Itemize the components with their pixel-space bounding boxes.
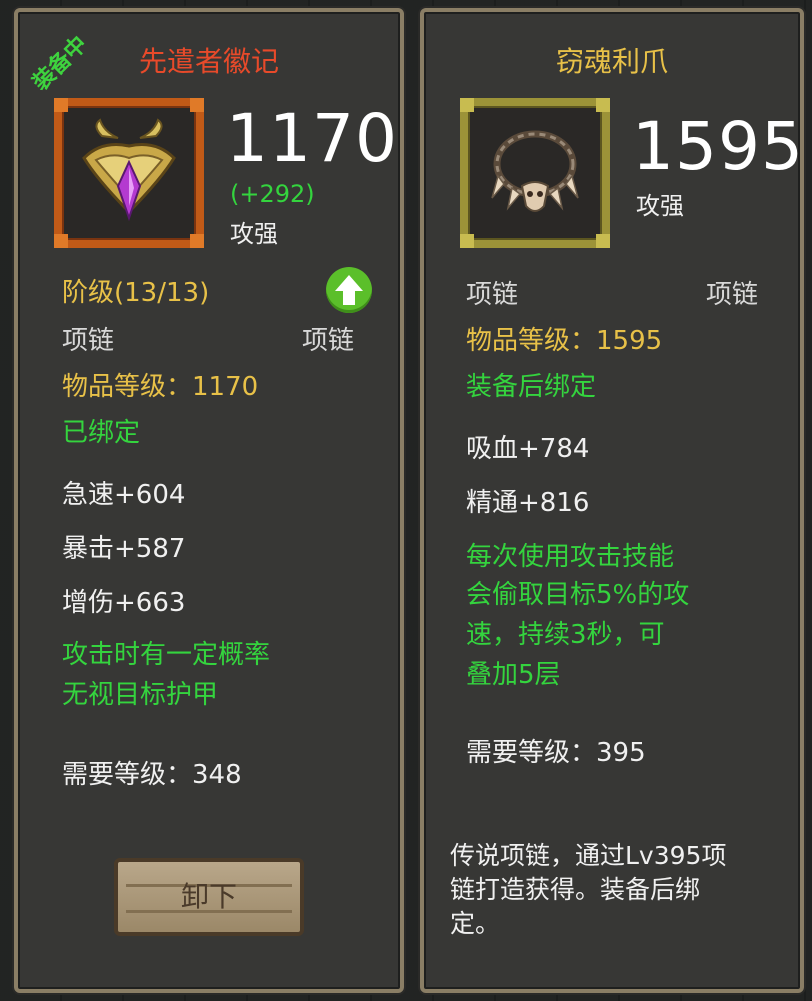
- equipped-item-panel: 装备中 先遣者徽记 1170 (+292) 攻强 阶级(13/13) 项链 项链…: [14, 8, 404, 993]
- slot-type-right: 项链: [302, 326, 355, 356]
- arrow-up-icon: [335, 275, 363, 305]
- effect-line: 攻击时有一定概率: [62, 640, 271, 670]
- claw-necklace-icon: [491, 130, 579, 212]
- upgrade-button[interactable]: [326, 267, 372, 313]
- unequip-button-label: 卸下: [180, 880, 237, 913]
- item-icon-frame[interactable]: [54, 98, 204, 248]
- effect-line: 无视目标护甲: [62, 680, 219, 710]
- unequip-button[interactable]: 卸下: [114, 858, 304, 936]
- effect-line: 叠加5层: [466, 660, 561, 690]
- compare-item-panel: 窃魂利爪 1595 攻强 项链 项链 物品等级：1595 装备后绑定 吸血+78…: [420, 8, 804, 993]
- bind-status: 已绑定: [62, 418, 141, 448]
- rank-text: 阶级(13/13): [62, 278, 210, 308]
- stat-line: 吸血+784: [466, 434, 590, 464]
- item-level: 物品等级：1170: [62, 372, 259, 402]
- stat-line: 精通+816: [466, 488, 590, 518]
- attack-power-label: 攻强: [636, 192, 684, 220]
- slot-type-left: 项链: [62, 326, 115, 356]
- slot-type-left: 项链: [466, 280, 519, 310]
- description-line: 定。: [450, 909, 501, 938]
- bind-status: 装备后绑定: [466, 372, 597, 402]
- attack-power-diff: (+292): [230, 180, 315, 208]
- stat-line: 急速+604: [62, 480, 186, 510]
- stat-line: 增伤+663: [62, 588, 186, 618]
- slot-type-right: 项链: [706, 280, 759, 310]
- item-title: 先遣者徽记: [138, 45, 279, 78]
- required-level: 需要等级：348: [62, 760, 242, 790]
- description-line: 链打造获得。装备后绑: [450, 875, 701, 904]
- effect-line: 每次使用攻击技能: [466, 542, 675, 572]
- effect-line: 会偷取目标5%的攻: [466, 580, 690, 610]
- required-level: 需要等级：395: [466, 738, 646, 768]
- attack-power-label: 攻强: [230, 220, 278, 248]
- stat-line: 暴击+587: [62, 534, 186, 564]
- description-line: 传说项链，通过Lv395项: [450, 841, 727, 870]
- attack-power-value: 1595: [632, 108, 804, 185]
- horned-amulet-icon: [82, 118, 176, 222]
- item-icon-frame[interactable]: [460, 98, 610, 248]
- item-level: 物品等级：1595: [466, 326, 663, 356]
- item-title: 窃魂利爪: [555, 45, 668, 78]
- attack-power-value: 1170: [226, 100, 398, 177]
- effect-line: 速，持续3秒，可: [466, 620, 665, 650]
